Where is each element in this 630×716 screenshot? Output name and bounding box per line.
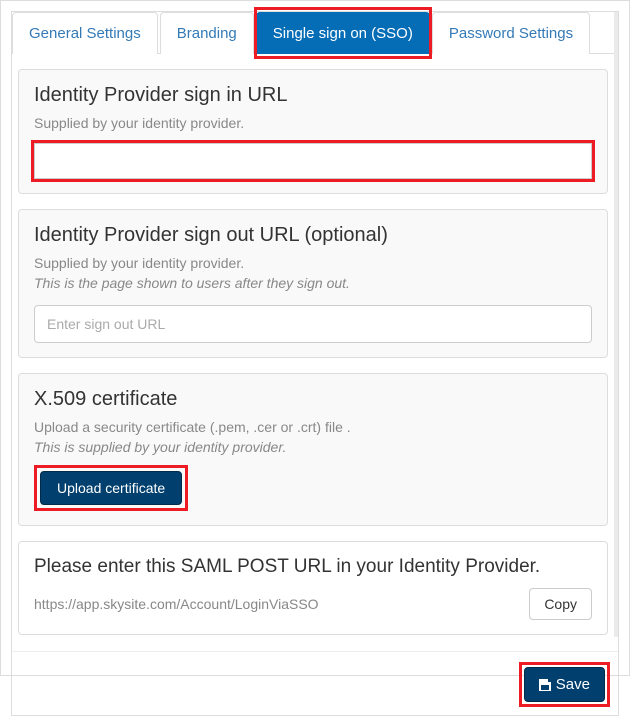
tab-password-settings[interactable]: Password Settings [432, 12, 590, 54]
saml-post-url: https://app.skysite.com/Account/LoginVia… [34, 596, 519, 612]
copy-button[interactable]: Copy [529, 588, 592, 620]
label-signout-title: Identity Provider sign out URL (optional… [34, 224, 592, 247]
tabs-nav: General Settings Branding Single sign on… [12, 12, 614, 54]
label-signout-help1: Supplied by your identity provider. [34, 255, 592, 271]
label-signin-help: Supplied by your identity provider. [34, 115, 592, 131]
label-signout-help2: This is the page shown to users after th… [34, 275, 592, 291]
panel-signin-url: Identity Provider sign in URL Supplied b… [18, 69, 608, 194]
signin-url-input[interactable] [34, 143, 592, 179]
label-cert-title: X.509 certificate [34, 388, 592, 411]
label-signin-title: Identity Provider sign in URL [34, 84, 592, 107]
upload-certificate-button[interactable]: Upload certificate [40, 471, 182, 505]
label-cert-help2: This is supplied by your identity provid… [34, 439, 592, 455]
save-button-label: Save [556, 676, 590, 693]
panel-x509-cert: X.509 certificate Upload a security cert… [18, 373, 608, 526]
panel-signout-url: Identity Provider sign out URL (optional… [18, 209, 608, 358]
signout-url-input[interactable] [34, 305, 592, 343]
save-icon [539, 679, 551, 691]
tab-branding[interactable]: Branding [160, 12, 254, 54]
tab-sso[interactable]: Single sign on (SSO) [256, 12, 430, 54]
label-saml-title: Please enter this SAML POST URL in your … [34, 556, 592, 578]
panel-saml-url: Please enter this SAML POST URL in your … [18, 541, 608, 635]
tab-general-settings[interactable]: General Settings [12, 12, 158, 54]
label-cert-help1: Upload a security certificate (.pem, .ce… [34, 419, 592, 435]
save-button[interactable]: Save [524, 667, 605, 702]
footer: Save [12, 652, 618, 715]
